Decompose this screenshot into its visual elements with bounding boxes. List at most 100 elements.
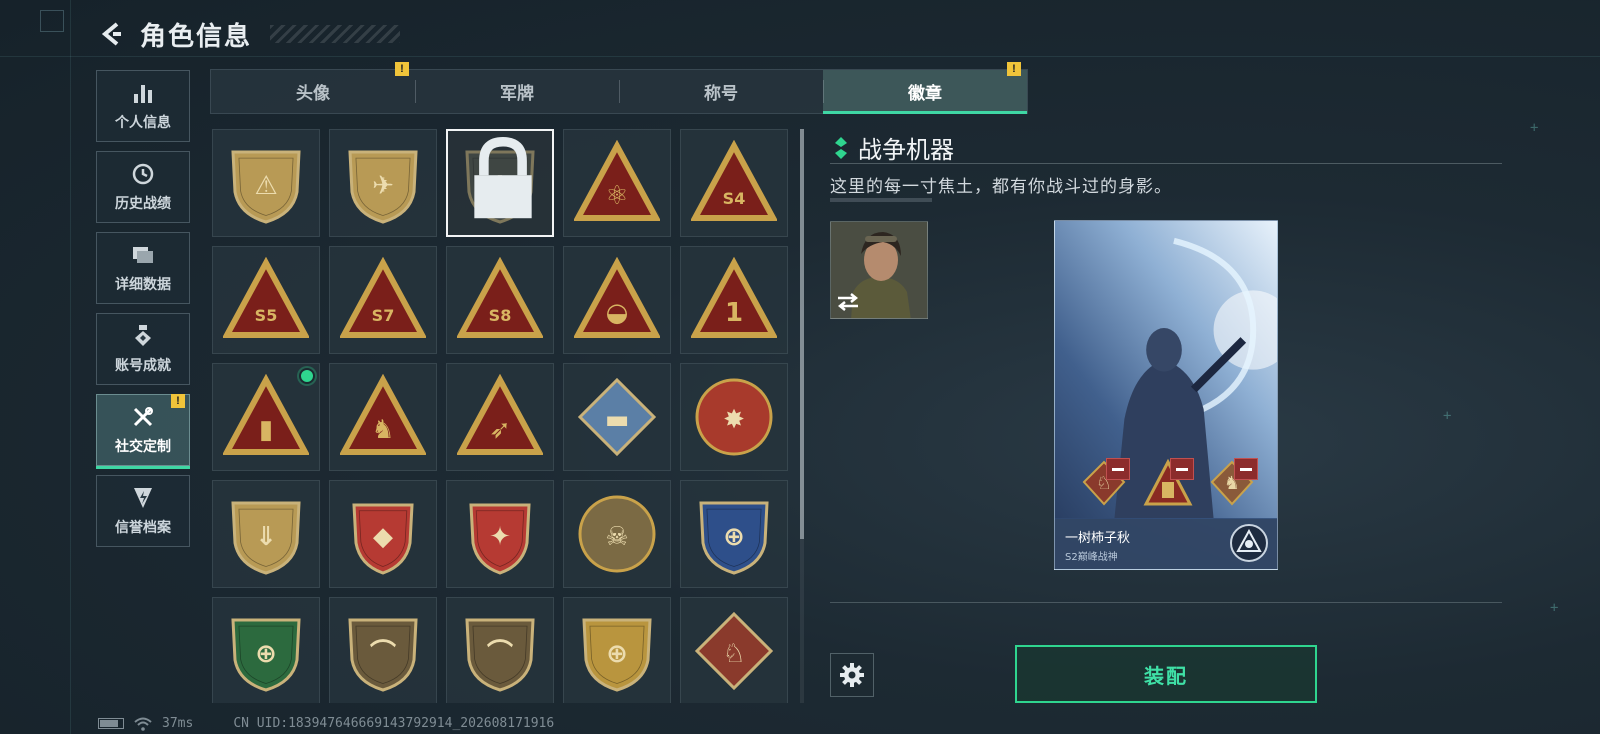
badge-cell[interactable]: ⌒ bbox=[329, 597, 437, 703]
card-footer: 一树柿子秋 S2巅峰战神 bbox=[1055, 519, 1277, 569]
nav-item-detailed-data[interactable]: 详细数据 bbox=[96, 232, 190, 304]
badge-cell[interactable]: 1 bbox=[680, 246, 788, 354]
badge-s5-icon: S5 bbox=[223, 257, 309, 338]
badge-cell[interactable]: ⚠ bbox=[212, 129, 320, 237]
warning-badge: ! bbox=[171, 394, 185, 408]
badge-crosshair-green-icon: ⊕ bbox=[231, 618, 301, 692]
badge-symbol: ✈ bbox=[372, 171, 394, 201]
shield-lightning-icon bbox=[130, 485, 156, 511]
badge-cell[interactable]: ⊕ bbox=[563, 597, 671, 703]
badge-symbol: ⊕ bbox=[606, 639, 628, 669]
rank-emblem-icon bbox=[1230, 524, 1268, 562]
remove-badge-button[interactable] bbox=[1170, 458, 1194, 480]
badge-s7-icon: S7 bbox=[340, 257, 426, 338]
badge-cell[interactable]: ◆ bbox=[329, 480, 437, 588]
wifi-icon bbox=[134, 717, 152, 731]
badge-symbol: ♞ bbox=[371, 415, 394, 445]
back-arrow-icon[interactable] bbox=[98, 20, 126, 48]
equipped-slot-3[interactable]: ♞ bbox=[1206, 458, 1258, 508]
tab-avatar[interactable]: 头像 ! bbox=[211, 62, 415, 113]
left-nav: 个人信息 历史战绩 详细数据 账号成就 ! 社交定制 信誉档案 bbox=[96, 70, 190, 547]
badge-title: 战争机器 bbox=[858, 136, 954, 164]
nav-label: 个人信息 bbox=[115, 115, 171, 131]
badge-helicopter-icon: ✈ bbox=[348, 150, 418, 224]
settings-button[interactable] bbox=[830, 653, 874, 697]
scrollbar-thumb[interactable] bbox=[800, 129, 804, 539]
hud-corner-box bbox=[40, 10, 64, 32]
new-indicator-dot bbox=[299, 368, 315, 384]
nav-item-personal-info[interactable]: 个人信息 bbox=[96, 70, 190, 142]
nav-item-social-custom[interactable]: ! 社交定制 bbox=[96, 394, 190, 469]
badge-cell[interactable]: ➶ bbox=[446, 363, 554, 471]
nav-label: 历史战绩 bbox=[115, 196, 171, 212]
equipped-slot-1[interactable]: ♘ bbox=[1078, 458, 1130, 508]
badge-usb-icon: ▮ bbox=[223, 374, 309, 455]
badge-s4-icon: S4 bbox=[691, 140, 777, 221]
tab-badge[interactable]: 徽章 ! bbox=[823, 62, 1027, 114]
status-bar: 37ms CN UID:1839476466691437929​14_20260… bbox=[98, 716, 554, 731]
badge-cell[interactable]: † bbox=[446, 129, 554, 237]
badge-cell[interactable]: ♞ bbox=[329, 363, 437, 471]
hud-line bbox=[70, 0, 71, 734]
ping-text: 37ms bbox=[162, 716, 194, 731]
badge-red-crest-1-icon: ◆ bbox=[352, 503, 414, 575]
nav-item-credit[interactable]: 信誉档案 bbox=[96, 475, 190, 547]
badge-rocket-icon: ➶ bbox=[457, 374, 543, 455]
badge-symbol: S4 bbox=[723, 189, 746, 208]
badge-cell[interactable]: S7 bbox=[329, 246, 437, 354]
hud-crosshair: + bbox=[1550, 600, 1559, 616]
swap-icon[interactable] bbox=[835, 292, 861, 312]
badge-symbol: ♘ bbox=[722, 639, 745, 669]
badge-symbol: ☠ bbox=[605, 522, 628, 552]
history-icon bbox=[130, 161, 156, 187]
badge-cell[interactable]: ⊕ bbox=[680, 480, 788, 588]
badge-cell[interactable]: S4 bbox=[680, 129, 788, 237]
nav-label: 详细数据 bbox=[115, 277, 171, 293]
equip-button[interactable]: 装配 bbox=[1015, 645, 1317, 703]
badge-symbol: ⊕ bbox=[255, 639, 277, 669]
badge-grid-scrollbar[interactable] bbox=[800, 129, 804, 703]
remove-badge-button[interactable] bbox=[1106, 458, 1130, 480]
badge-cell[interactable]: ▮ bbox=[212, 363, 320, 471]
badge-symbol: S8 bbox=[489, 306, 512, 325]
badge-symbol: ⌒ bbox=[487, 638, 513, 669]
badge-shield-triangle-icon: ⚠ bbox=[231, 150, 301, 224]
badge-cell[interactable]: ✸ bbox=[680, 363, 788, 471]
badge-cell[interactable]: ⇓ bbox=[212, 480, 320, 588]
tab-dogtag[interactable]: 军牌 bbox=[415, 70, 619, 113]
page-title: 角色信息 bbox=[140, 21, 253, 52]
character-avatar[interactable] bbox=[830, 221, 928, 319]
badge-cell[interactable]: ✈ bbox=[329, 129, 437, 237]
badge-cell[interactable]: ◒ bbox=[563, 246, 671, 354]
badge-cell[interactable]: S5 bbox=[212, 246, 320, 354]
category-tabs: 头像 ! 军牌 称号 徽章 ! bbox=[210, 62, 1028, 114]
equipped-slot-2[interactable] bbox=[1142, 458, 1194, 508]
badge-cell[interactable]: ☠ bbox=[563, 480, 671, 588]
remove-badge-button[interactable] bbox=[1234, 458, 1258, 480]
badge-symbol: ◆ bbox=[373, 522, 393, 552]
badge-cell[interactable]: S8 bbox=[446, 246, 554, 354]
divider bbox=[830, 163, 1502, 164]
hud-crosshair: + bbox=[1443, 408, 1452, 424]
badge-symbol: ▬ bbox=[605, 405, 630, 435]
uid-text: CN UID:1839476466691437929​14_2026081719… bbox=[233, 716, 555, 731]
nav-item-history[interactable]: 历史战绩 bbox=[96, 151, 190, 223]
badge-cell[interactable]: ⚛ bbox=[563, 129, 671, 237]
tab-title[interactable]: 称号 bbox=[619, 70, 823, 113]
badge-cell[interactable]: ♘ bbox=[680, 597, 788, 703]
divider bbox=[830, 602, 1502, 603]
badge-atom-icon: ⚛ bbox=[574, 140, 660, 221]
badge-symbol: S7 bbox=[372, 306, 395, 325]
badge-soldiers-icon: ♞ bbox=[340, 374, 426, 455]
badge-cell[interactable]: ✦ bbox=[446, 480, 554, 588]
nav-item-achievements[interactable]: 账号成就 bbox=[96, 313, 190, 385]
badge-cell[interactable]: ⊕ bbox=[212, 597, 320, 703]
badge-symbol: ⚠ bbox=[254, 171, 277, 201]
detail-title-row: 战争机器 bbox=[834, 130, 954, 165]
double-diamond-icon bbox=[835, 136, 847, 159]
badge-cell[interactable]: ⌒ bbox=[446, 597, 554, 703]
tab-label: 称号 bbox=[704, 84, 738, 104]
badge-symbol: ✦ bbox=[489, 522, 511, 552]
badge-cell[interactable]: ▬ bbox=[563, 363, 671, 471]
badge-symbol: ▮ bbox=[259, 415, 273, 445]
